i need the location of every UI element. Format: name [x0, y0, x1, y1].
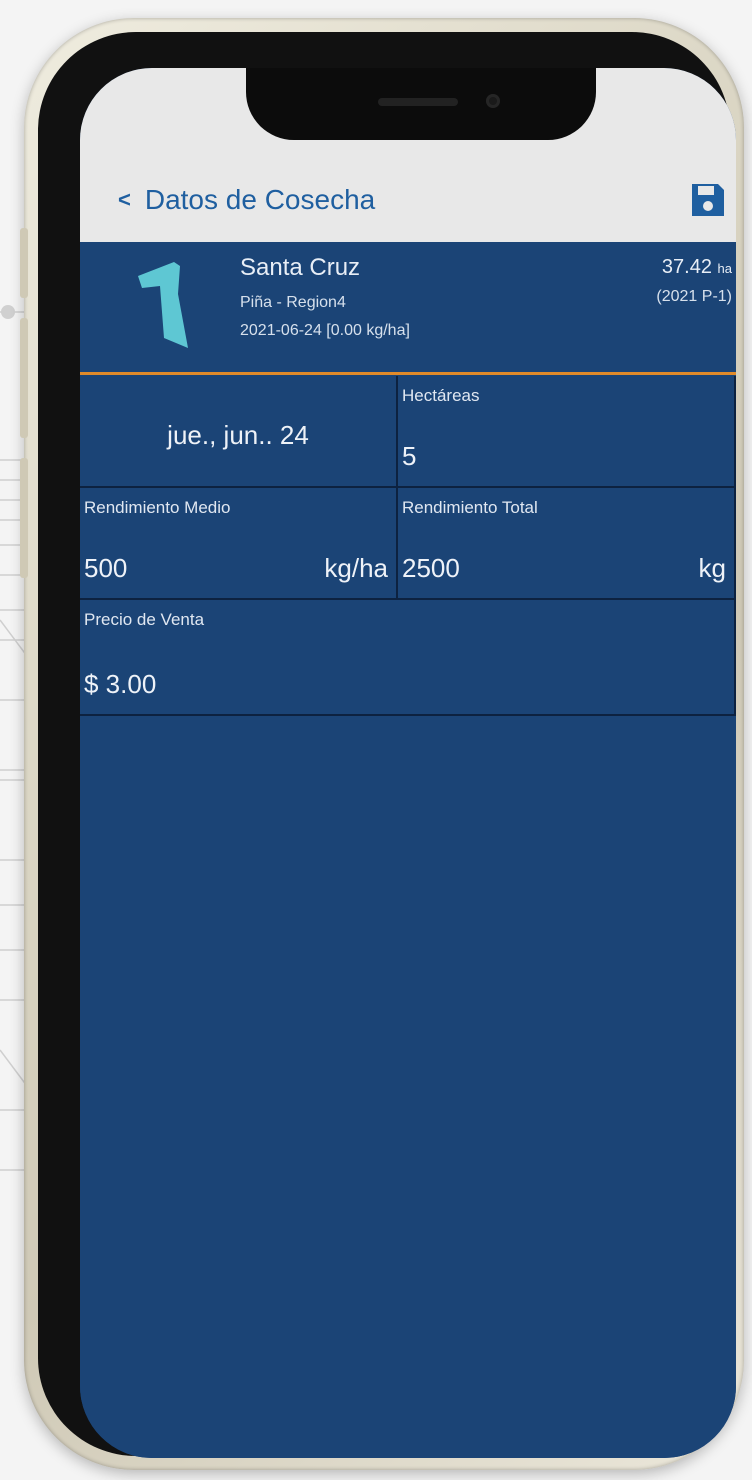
rendimiento-total-label: Rendimiento Total [402, 498, 538, 517]
rendimiento-medio-field[interactable]: Rendimiento Medio 500 kg/ha [80, 488, 398, 600]
rendimiento-medio-label: Rendimiento Medio [84, 498, 231, 517]
field-crop-region: Piña - Region4 [240, 294, 346, 311]
hectareas-field[interactable]: Hectáreas 5 [398, 376, 736, 488]
rendimiento-total-unit: kg [698, 553, 726, 583]
back-button[interactable]: < Datos de Cosecha [118, 184, 375, 216]
precio-venta-field[interactable]: Precio de Venta $ 3.00 [80, 600, 736, 716]
side-button [20, 228, 28, 298]
phone-notch [246, 68, 596, 140]
field-date-yield: 2021-06-24 [0.00 kg/ha] [240, 322, 410, 339]
chevron-left-icon: < [118, 187, 131, 212]
field-polygon-icon [138, 262, 188, 348]
field-area: 37.42 ha [662, 256, 732, 279]
content-empty-area [80, 716, 736, 1458]
hectareas-label: Hectáreas [402, 386, 480, 405]
side-button [20, 318, 28, 438]
floppy-disk-icon[interactable] [688, 180, 728, 220]
precio-venta-label: Precio de Venta [84, 610, 205, 629]
field-area-value: 37.42 [661, 256, 712, 278]
hectareas-value: 5 [402, 441, 417, 471]
rendimiento-total-value: 2500 [402, 553, 460, 583]
app-screen: < Datos de Cosecha Santa Cruz Piña - Reg… [80, 68, 736, 1458]
field-season: (2021 P-1) [656, 288, 732, 305]
field-summary: Santa Cruz Piña - Region4 2021-06-24 [0.… [80, 242, 736, 375]
speaker-grille [378, 98, 458, 106]
rendimiento-medio-value: 500 [84, 553, 128, 583]
precio-venta-value: $ 3.00 [84, 669, 157, 699]
side-button [20, 458, 28, 578]
front-camera [486, 94, 500, 108]
field-name: Santa Cruz [240, 254, 361, 281]
date-picker[interactable]: jue., jun.. 24 [80, 376, 398, 488]
page-title: Datos de Cosecha [144, 184, 376, 215]
date-value: jue., jun.. 24 [167, 420, 309, 450]
rendimiento-total-field[interactable]: Rendimiento Total 2500 kg [398, 488, 736, 600]
rendimiento-medio-unit: kg/ha [324, 553, 388, 583]
field-area-unit: ha [717, 261, 732, 276]
